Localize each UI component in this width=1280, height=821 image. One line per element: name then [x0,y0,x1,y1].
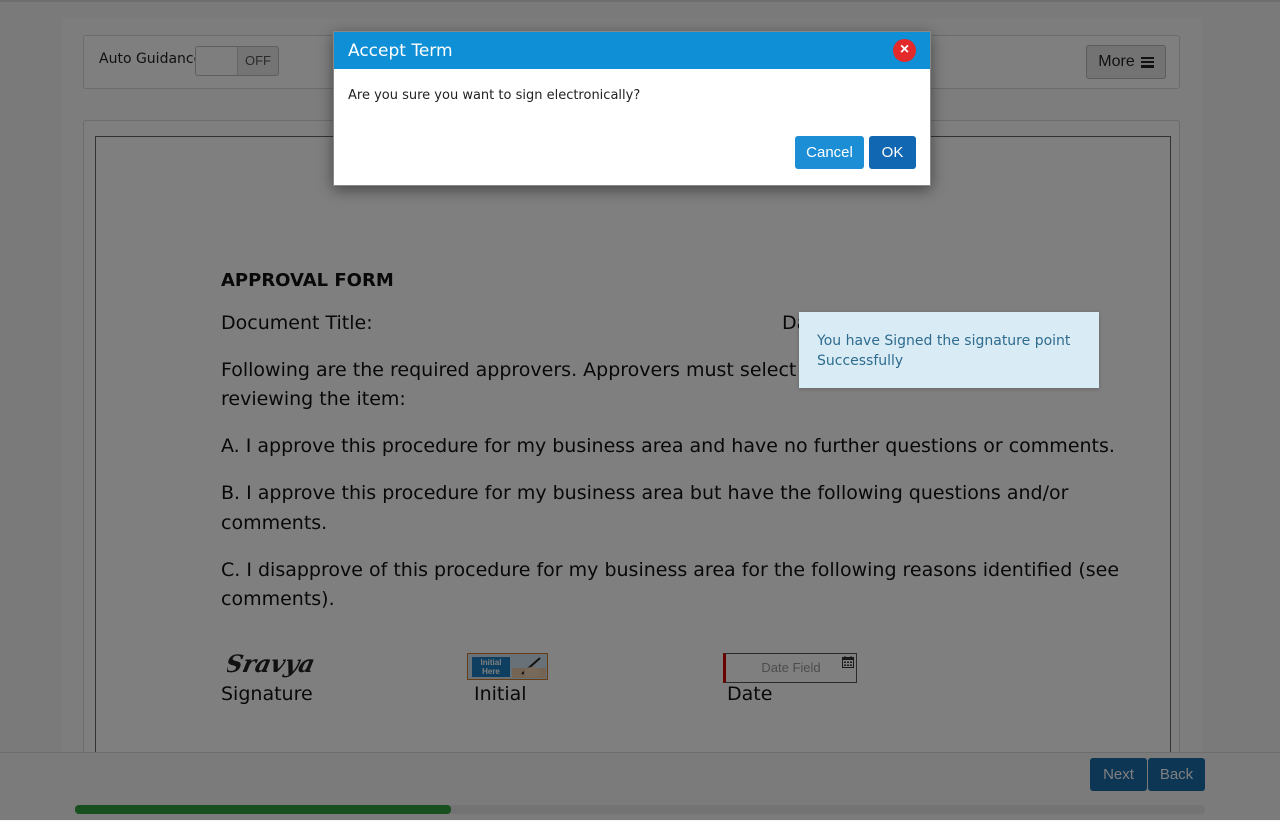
accept-term-dialog: Accept Term × Are you sure you want to s… [333,31,931,186]
close-icon[interactable]: × [893,39,916,62]
success-toast: You have Signed the signature point Succ… [799,312,1099,388]
ok-button[interactable]: OK [869,136,916,169]
dialog-title: Accept Term [348,41,453,61]
dialog-header: Accept Term × [334,32,930,69]
cancel-button[interactable]: Cancel [795,136,864,169]
dialog-message: Are you sure you want to sign electronic… [348,88,641,103]
